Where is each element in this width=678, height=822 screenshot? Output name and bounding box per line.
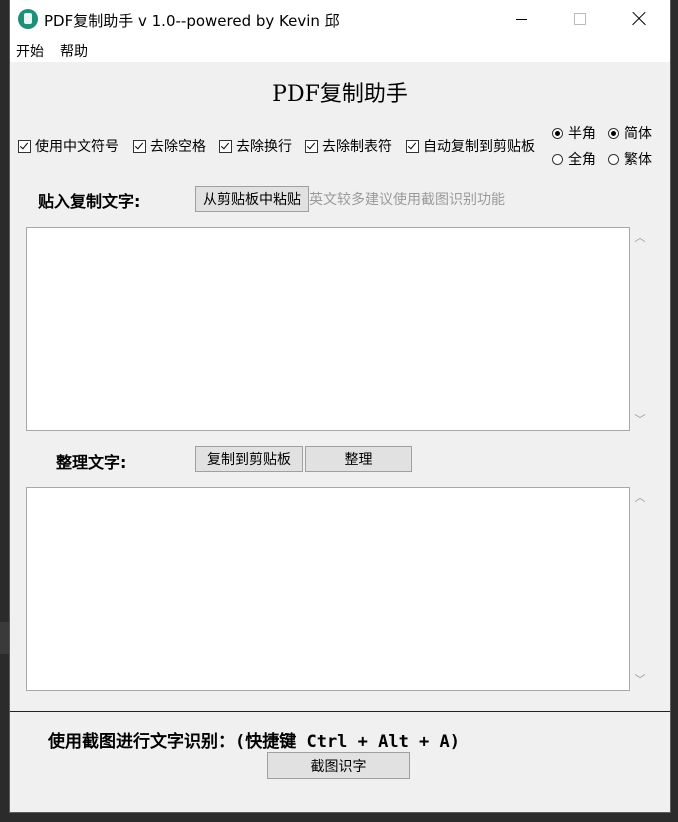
result-section-label: 整理文字: xyxy=(56,453,127,472)
maximize-icon xyxy=(574,13,586,25)
checkbox-checked-icon[interactable] xyxy=(219,139,232,153)
minimize-icon xyxy=(515,18,527,20)
menu-help[interactable]: 帮助 xyxy=(60,41,88,61)
chevron-down-icon[interactable]: ﹀ xyxy=(634,414,646,425)
radio-unselected-icon[interactable] xyxy=(608,153,619,165)
minimize-button[interactable] xyxy=(492,0,550,38)
radio-label: 繁体 xyxy=(624,152,652,168)
ocr-label-text: 使用截图进行文字识别： xyxy=(48,732,235,752)
radio-traditional[interactable]: 繁体 xyxy=(608,149,652,169)
copy-to-clipboard-button[interactable]: 复制到剪贴板 xyxy=(195,446,303,472)
chevron-up-icon[interactable]: ︿ xyxy=(634,232,646,243)
paste-hint: 英文较多建议使用截图识别功能 xyxy=(309,192,505,208)
paste-scrollbar[interactable]: ︿ ﹀ xyxy=(630,227,650,431)
radio-full-width[interactable]: 全角 xyxy=(552,149,596,169)
title-bar[interactable]: PDF复制助手 v 1.0--powered by Kevin 邱 xyxy=(10,0,670,38)
checkbox-checked-icon[interactable] xyxy=(305,139,318,153)
checkbox-checked-icon[interactable] xyxy=(133,139,146,153)
section-divider xyxy=(10,711,670,712)
radio-half-width[interactable]: 半角 xyxy=(552,123,596,143)
close-button[interactable] xyxy=(610,0,668,38)
result-scrollbar[interactable]: ︿ ﹀ xyxy=(630,487,650,691)
checkbox-checked-icon[interactable] xyxy=(18,139,31,153)
chevron-down-icon[interactable]: ﹀ xyxy=(634,674,646,685)
option-label: 自动复制到剪贴板 xyxy=(423,139,535,155)
option-remove-newlines[interactable]: 去除换行 xyxy=(219,136,292,156)
maximize-button[interactable] xyxy=(551,0,609,38)
chevron-up-icon[interactable]: ︿ xyxy=(634,492,646,503)
close-icon xyxy=(632,12,646,26)
app-window: PDF复制助手 v 1.0--powered by Kevin 邱 开始 帮助 … xyxy=(10,0,670,812)
option-remove-tabs[interactable]: 去除制表符 xyxy=(305,136,392,156)
menu-start[interactable]: 开始 xyxy=(16,41,44,61)
menu-bar: 开始 帮助 xyxy=(10,38,670,62)
format-button[interactable]: 整理 xyxy=(305,446,412,472)
radio-selected-icon[interactable] xyxy=(608,127,619,139)
radio-simplified[interactable]: 简体 xyxy=(608,123,652,143)
radio-label: 简体 xyxy=(624,126,652,142)
checkbox-checked-icon[interactable] xyxy=(406,139,419,153)
paste-textarea[interactable] xyxy=(26,227,630,431)
pdf-app-icon xyxy=(18,9,38,29)
option-remove-spaces[interactable]: 去除空格 xyxy=(133,136,206,156)
window-title: PDF复制助手 v 1.0--powered by Kevin 邱 xyxy=(44,12,340,30)
paste-from-clipboard-button[interactable]: 从剪贴板中粘贴 xyxy=(195,186,309,212)
ocr-section-label: 使用截图进行文字识别：(快捷键 Ctrl + Alt + A) xyxy=(48,727,460,752)
paste-section-label: 贴入复制文字: xyxy=(38,192,141,211)
app-heading: PDF复制助手 xyxy=(272,82,408,107)
option-label: 去除空格 xyxy=(150,139,206,155)
radio-label: 半角 xyxy=(568,126,596,142)
option-chinese-punctuation[interactable]: 使用中文符号 xyxy=(18,136,119,156)
option-label: 去除换行 xyxy=(236,139,292,155)
ocr-hotkey-text: (快捷键 Ctrl + Alt + A) xyxy=(235,732,460,752)
option-label: 使用中文符号 xyxy=(35,139,119,155)
background-window-edge xyxy=(0,622,10,654)
radio-unselected-icon[interactable] xyxy=(552,153,563,165)
radio-label: 全角 xyxy=(568,152,596,168)
option-label: 去除制表符 xyxy=(322,139,392,155)
radio-selected-icon[interactable] xyxy=(552,127,563,139)
option-auto-copy[interactable]: 自动复制到剪贴板 xyxy=(406,136,535,156)
screenshot-ocr-button[interactable]: 截图识字 xyxy=(267,752,410,779)
result-textarea[interactable] xyxy=(26,487,630,691)
